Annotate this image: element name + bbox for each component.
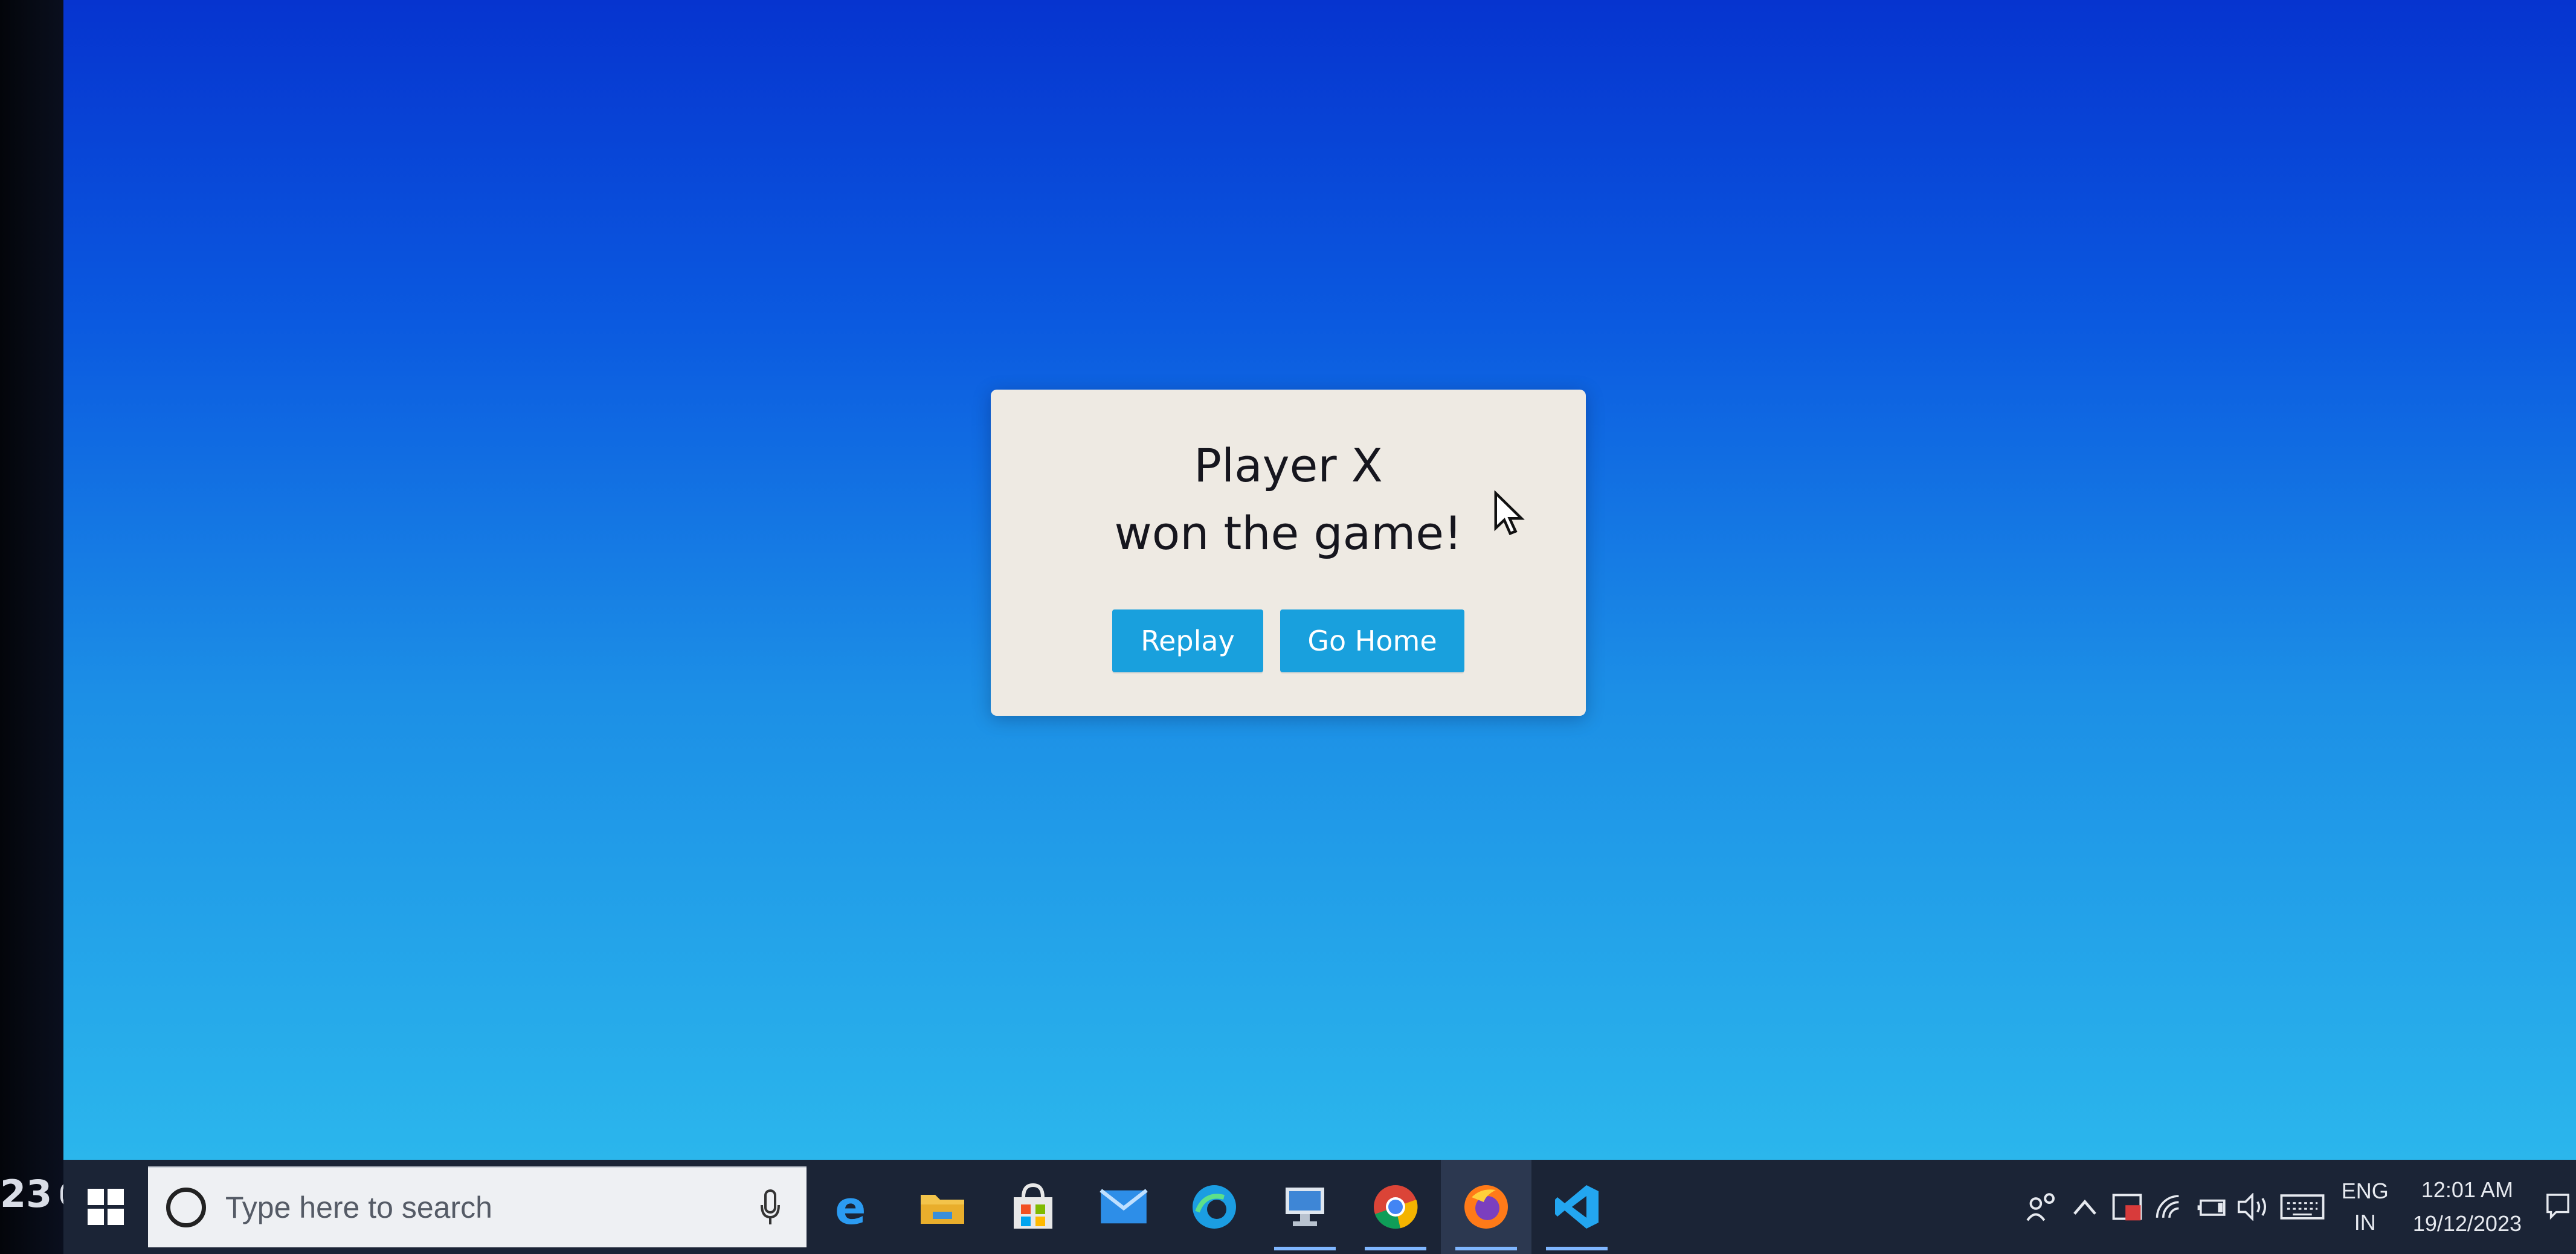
winner-line-1: Player X	[1194, 439, 1383, 492]
taskbar-app-file-explorer[interactable]	[897, 1160, 988, 1254]
taskbar-app-microsoft-store[interactable]	[988, 1160, 1078, 1254]
firefox-icon	[1464, 1185, 1508, 1229]
running-indicator	[1455, 1247, 1517, 1250]
keyboard-tray-button[interactable]	[2275, 1160, 2330, 1254]
language-region: IN	[2354, 1210, 2376, 1235]
windows-logo-icon	[88, 1189, 124, 1225]
taskbar: Type here to search e ENG IN 12:01 AM 19…	[63, 1160, 2576, 1254]
notification-icon	[2546, 1194, 2569, 1220]
mail-envelope-icon	[1100, 1189, 1148, 1224]
running-indicator	[1365, 1247, 1426, 1250]
taskbar-app-remote-desktop[interactable]	[1260, 1160, 1350, 1254]
microphone-icon[interactable]	[758, 1188, 782, 1227]
running-indicator	[1546, 1247, 1608, 1250]
internet-explorer-icon: e	[835, 1183, 866, 1231]
antivirus-shield-icon	[2112, 1194, 2142, 1221]
running-indicator	[1274, 1247, 1336, 1250]
language-code: ENG	[2341, 1178, 2389, 1203]
volume-tray-button[interactable]	[2233, 1160, 2275, 1254]
people-tray-button[interactable]	[2021, 1160, 2064, 1254]
battery-tray-button[interactable]	[2191, 1160, 2233, 1254]
wifi-tray-button[interactable]	[2148, 1160, 2191, 1254]
clock-date: 19/12/2023	[2412, 1211, 2522, 1236]
remote-desktop-icon	[1286, 1188, 1324, 1226]
go-home-button[interactable]: Go Home	[1280, 609, 1464, 672]
dialog-buttons: Replay Go Home	[1112, 609, 1464, 672]
people-icon	[2026, 1193, 2055, 1221]
folder-icon	[921, 1195, 964, 1224]
search-placeholder: Type here to search	[225, 1191, 492, 1224]
edge-browser-icon	[1193, 1185, 1236, 1229]
game-over-dialog: Player X won the game! Replay Go Home	[991, 390, 1586, 716]
wifi-icon	[2156, 1195, 2179, 1218]
security-tray-button[interactable]	[2106, 1160, 2148, 1254]
winner-line-2: won the game!	[1114, 506, 1463, 560]
system-tray: ENG IN 12:01 AM 19/12/2023	[2021, 1160, 2576, 1254]
action-center-button[interactable]	[2540, 1192, 2576, 1221]
taskbar-app-edge[interactable]	[1169, 1160, 1260, 1254]
cortana-circle-icon	[166, 1188, 206, 1227]
taskbar-search[interactable]: Type here to search	[148, 1166, 807, 1247]
touch-keyboard-icon	[2280, 1194, 2325, 1220]
input-language-button[interactable]: ENG IN	[2342, 1175, 2389, 1238]
taskbar-app-vscode[interactable]	[1531, 1160, 1622, 1254]
taskbar-app-chrome[interactable]	[1350, 1160, 1441, 1254]
store-bag-icon	[1014, 1183, 1052, 1229]
clock-time: 12:01 AM	[2421, 1177, 2513, 1202]
replay-button[interactable]: Replay	[1112, 609, 1263, 672]
svg-text:e: e	[835, 1183, 866, 1231]
taskbar-app-firefox[interactable]	[1441, 1160, 1531, 1254]
mouse-cursor-icon	[1494, 490, 1525, 535]
phone-time-fragment: 23	[0, 1172, 53, 1216]
show-hidden-icons-button[interactable]	[2064, 1160, 2106, 1254]
speaker-icon	[2237, 1193, 2266, 1221]
battery-icon	[2197, 1199, 2226, 1216]
start-button[interactable]	[63, 1160, 148, 1254]
chevron-up-icon	[2073, 1199, 2096, 1215]
vscode-icon	[1555, 1185, 1599, 1229]
winner-message: Player X won the game!	[1115, 432, 1463, 567]
monitor-bezel	[0, 0, 63, 1254]
taskbar-app-mail[interactable]	[1078, 1160, 1169, 1254]
taskbar-app-internet-explorer[interactable]: e	[807, 1160, 897, 1254]
clock-button[interactable]: 12:01 AM 19/12/2023	[2413, 1173, 2522, 1241]
chrome-icon	[1374, 1185, 1418, 1229]
